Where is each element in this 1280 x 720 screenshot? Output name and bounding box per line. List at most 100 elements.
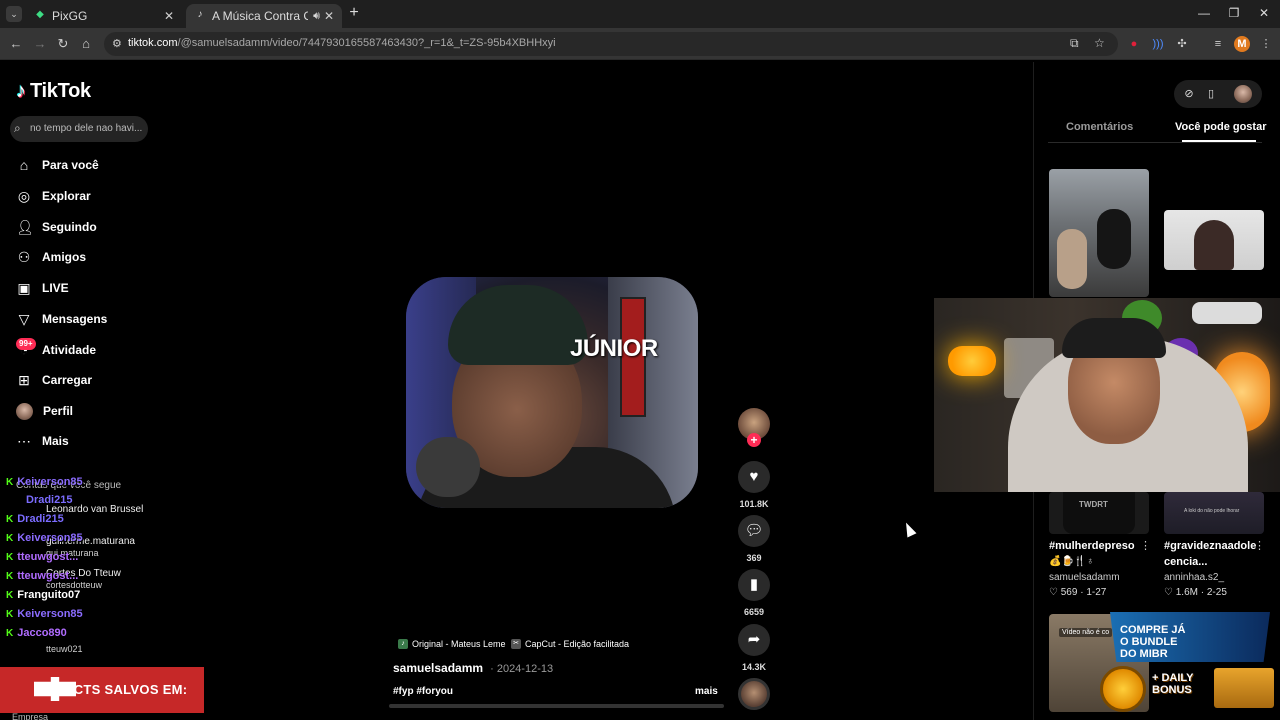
nav-para-voce[interactable]: ⌂ Para você (16, 153, 156, 177)
empresa-link[interactable]: Empresa (12, 712, 48, 720)
kick-icon: K (6, 533, 14, 544)
nav-explorar[interactable]: ◎ Explorar (16, 184, 156, 208)
close-tab-icon[interactable]: ✕ (322, 5, 336, 27)
effect-chip[interactable]: ✂ CapCut - Edição facilitada (511, 636, 629, 652)
suggested-author[interactable]: anninhaa.s2_ (1164, 572, 1224, 583)
address-bar[interactable]: ⚙ tiktok.com/@samuelsadamm/video/7447930… (104, 32, 1118, 56)
suggested-video-thumb[interactable] (1164, 210, 1264, 270)
share-button[interactable]: ➦ 14.3K (738, 624, 770, 672)
media-controls-icon[interactable]: ≡ (1210, 36, 1226, 52)
chat-message: Dradi215 (26, 494, 72, 506)
nav-live[interactable]: ▣ LIVE (16, 276, 156, 300)
video-player[interactable]: JÚNIOR (406, 277, 698, 508)
music-disc-avatar[interactable] (738, 678, 770, 710)
more-button[interactable]: mais (695, 686, 718, 697)
streamer-webcam (934, 298, 1280, 492)
music-icon: ♪ (398, 639, 408, 649)
chat-user: Keiverson85 (17, 608, 83, 620)
kick-icon: K (6, 552, 14, 563)
restore-icon[interactable]: ❐ (1226, 6, 1242, 20)
tab-pixgg[interactable]: ◆ PixGG ✕ (26, 4, 182, 28)
speaker-icon[interactable]: 🔊︎ (313, 5, 320, 27)
suggested-video-thumb[interactable]: TWDRT (1049, 492, 1149, 534)
kick-icon: K (6, 514, 14, 525)
nav-perfil[interactable]: Perfil (16, 399, 156, 423)
tab-tiktok-video[interactable]: ♪ A Música Contra Colonial d 🔊︎ ✕ (186, 4, 342, 28)
sound-chip[interactable]: ♪ Original - Mateus Leme (398, 636, 506, 652)
video-overlay-text: JÚNIOR (570, 335, 658, 362)
tiktok-icon: ♪ (197, 9, 203, 20)
video-progress-bar[interactable] (389, 704, 724, 708)
more-options-icon[interactable]: ⋮ (1140, 539, 1151, 552)
nav-amigos[interactable]: ⚇ Amigos (16, 245, 156, 269)
nav-label: Carregar (42, 373, 93, 387)
video-author[interactable]: samuelsadamm · 2024-12-13 (393, 661, 553, 675)
tab-comments[interactable]: Comentários (1066, 121, 1133, 133)
more-options-icon[interactable]: ⋮ (1254, 539, 1265, 552)
nav-mensagens[interactable]: ▽ Mensagens (16, 307, 156, 331)
minimize-icon[interactable]: — (1196, 6, 1212, 20)
share-icon: ➦ (738, 624, 770, 656)
close-window-icon[interactable]: ✕ (1256, 6, 1272, 20)
home-icon[interactable]: ⌂ (78, 36, 94, 52)
search-input[interactable]: ⌕ no tempo dele nao havi... (10, 116, 148, 142)
phone-icon[interactable]: ▯ (1204, 87, 1218, 101)
browser-toolbar: ← → ↻ ⌂ ⚙ tiktok.com/@samuelsadamm/video… (0, 28, 1280, 60)
site-info-icon[interactable]: ⚙ (112, 37, 122, 50)
profile-avatar-button[interactable]: M (1234, 36, 1250, 52)
extensions-puzzle-icon[interactable]: ✣ (1174, 36, 1190, 52)
compass-icon[interactable]: ⊘ (1182, 87, 1196, 101)
extension-audio-icon[interactable]: ))) (1150, 36, 1166, 52)
suggested-video-thumb[interactable]: A loki do não pode lhorar (1164, 492, 1264, 534)
browser-menu-icon[interactable]: ⋮ (1258, 36, 1274, 52)
reload-icon[interactable]: ↻ (55, 36, 71, 52)
extension-red-icon[interactable]: ● (1126, 36, 1142, 52)
like-button[interactable]: ♥ 101.8K (738, 461, 770, 509)
banner-text: ACTS SALVOS EM: (64, 682, 188, 697)
thumb-figure (1194, 220, 1234, 270)
suggested-author[interactable]: samuelsadamm (1049, 572, 1120, 583)
nav-label: Amigos (42, 250, 87, 264)
tiktok-logo[interactable]: ♪ TikTok (16, 80, 91, 103)
tab-title: A Música Contra Colonial d (212, 9, 308, 23)
user-follow-icon: 👤︎ (16, 219, 34, 235)
suggested-video-thumb[interactable] (1049, 169, 1149, 297)
nav-mais[interactable]: ⋯ Mais (16, 429, 156, 453)
tiktok-note-icon: ♪ (16, 80, 26, 102)
chat-user: Keiverson85 (17, 532, 83, 544)
suggested-title[interactable]: #gravideznaadole (1164, 540, 1256, 552)
share-count: 14.3K (741, 662, 767, 672)
kick-icon: K (6, 477, 14, 488)
nav-atividade[interactable]: ◔ Atividade (16, 338, 156, 362)
browser-tabstrip: ⌄ ◆ PixGG ✕ ♪ A Música Contra Colonial d… (0, 0, 1280, 28)
nav-seguindo[interactable]: 👤︎ Seguindo (16, 215, 156, 239)
kick-icon: K (6, 628, 14, 639)
save-button[interactable]: ▮ 6659 (738, 569, 770, 617)
forward-icon[interactable]: → (32, 36, 48, 52)
suggested-likes: 569 (1060, 587, 1078, 598)
nav-carregar[interactable]: ⊞ Carregar (16, 368, 156, 392)
user-avatar[interactable] (1234, 85, 1252, 103)
close-tab-icon[interactable]: ✕ (162, 5, 176, 27)
suggested-title[interactable]: #mulherdepreso (1049, 540, 1135, 552)
suggested-meta: ♡ 569 · 1-27 (1049, 587, 1107, 598)
video-hashtags[interactable]: #fyp #foryou (393, 686, 453, 697)
chat-message: K Franguito07 (6, 589, 80, 601)
heart-outline-icon: ♡ (1049, 587, 1058, 598)
install-app-icon[interactable]: ⧉ (1070, 36, 1079, 51)
heart-outline-icon: ♡ (1164, 587, 1173, 598)
bookmark-star-icon[interactable]: ☆ (1094, 36, 1105, 50)
new-tab-button[interactable]: + (346, 5, 362, 21)
facts-banner: ACTS SALVOS EM: (0, 667, 204, 713)
kick-icon: K (6, 609, 14, 620)
comment-button[interactable]: 💬︎ 369 (738, 515, 770, 563)
tab-suggested[interactable]: Você pode gostar (1175, 121, 1266, 133)
effect-label: CapCut - Edição facilitada (525, 639, 630, 649)
follow-plus-button[interactable]: + (747, 433, 761, 447)
pixgg-icon: ◆ (36, 9, 44, 20)
author-name: samuelsadamm (393, 661, 484, 675)
back-icon[interactable]: ← (8, 36, 24, 52)
tab-title: PixGG (52, 9, 88, 23)
chat-message: K Keiverson85 (6, 476, 83, 488)
tab-search-icon[interactable]: ⌄ (6, 6, 22, 22)
